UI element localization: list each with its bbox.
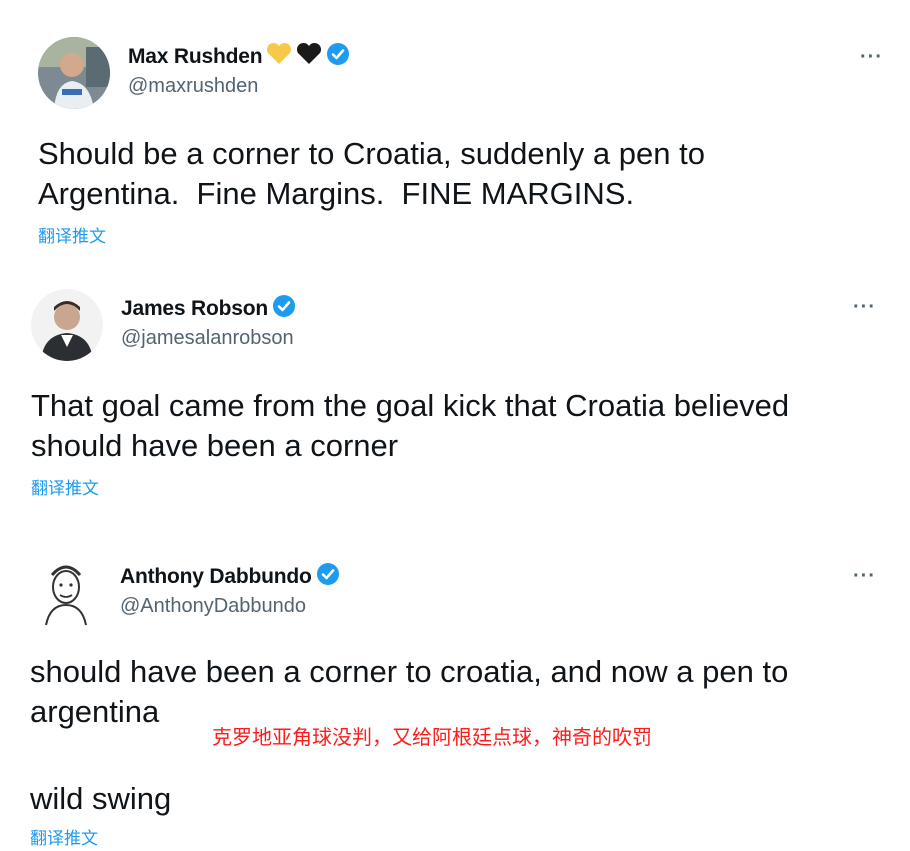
verified-badge-icon — [272, 294, 296, 324]
verified-badge-icon — [326, 42, 350, 72]
tweet-text-second-paragraph: wild swing — [30, 781, 172, 816]
translate-tweet-link[interactable]: 翻译推文 — [31, 474, 99, 499]
more-options-icon[interactable]: ··· — [853, 297, 876, 317]
more-options-icon[interactable]: ··· — [860, 47, 883, 67]
tweet-text: should have been a corner to croatia, an… — [30, 654, 789, 729]
overlay-caption: 克罗地亚角球没判，又给阿根廷点球，神奇的吹罚 — [212, 725, 652, 749]
yellow-heart-icon — [266, 42, 292, 72]
avatar[interactable] — [38, 37, 110, 109]
author-name[interactable]: Max Rushden — [128, 45, 263, 69]
translate-tweet-link[interactable]: 翻译推文 — [30, 824, 98, 849]
author-handle[interactable]: @AnthonyDabbundo — [120, 595, 306, 618]
tweet-text: Should be a corner to Croatia, suddenly … — [38, 136, 705, 211]
author-name[interactable]: James Robson — [121, 297, 268, 321]
author-name[interactable]: Anthony Dabbundo — [120, 565, 312, 589]
tweet-text: That goal came from the goal kick that C… — [31, 388, 790, 463]
avatar[interactable] — [30, 555, 102, 627]
more-options-icon[interactable]: ··· — [853, 566, 876, 586]
verified-badge-icon — [316, 562, 340, 592]
avatar[interactable] — [31, 289, 103, 361]
translate-tweet-link[interactable]: 翻译推文 — [38, 222, 106, 247]
author-handle[interactable]: @maxrushden — [128, 75, 258, 98]
black-heart-icon — [296, 42, 322, 72]
author-handle[interactable]: @jamesalanrobson — [121, 327, 294, 350]
